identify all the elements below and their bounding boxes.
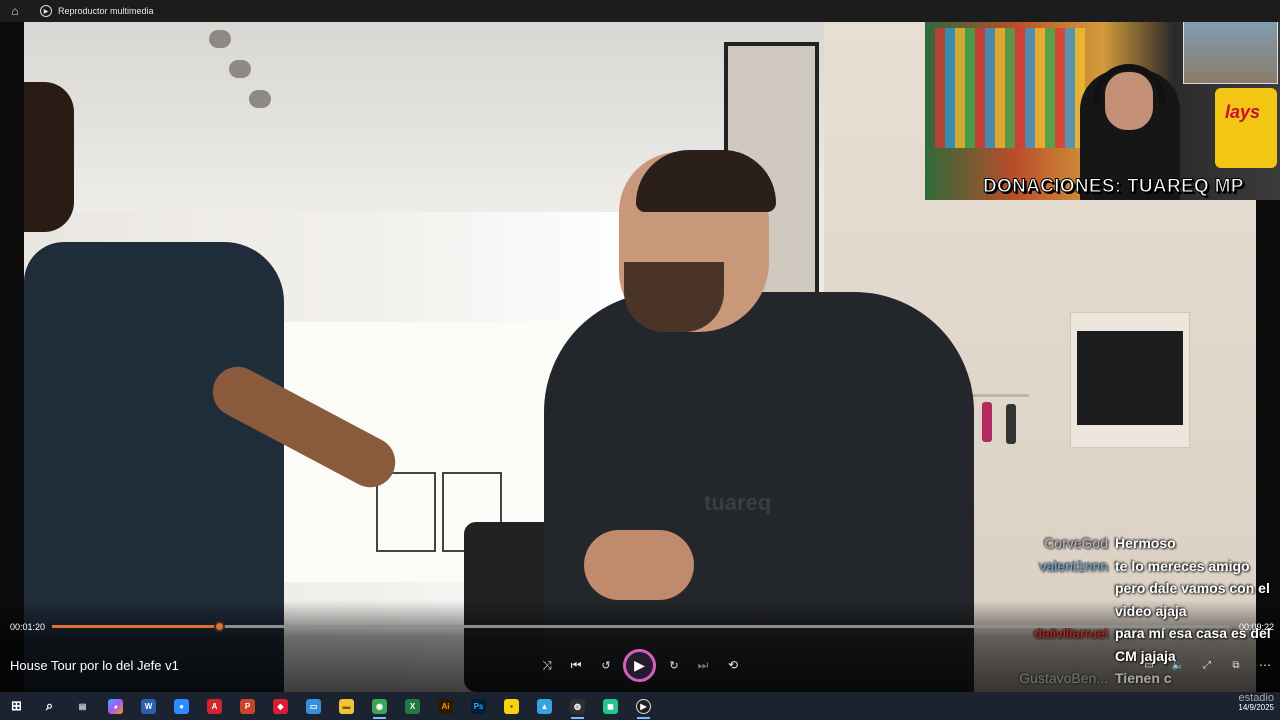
taskbar-paint-button[interactable]: ▲ [528,692,561,720]
powerpoint-icon: P [240,698,255,714]
taskbar-copilot-button[interactable]: ◕ [99,692,132,720]
person-hair [24,82,74,232]
system-tray: estadio 14/9/2025 [1238,693,1274,713]
zoom-icon: ● [174,698,189,714]
tray-label: estadio [1238,692,1274,704]
keychain [1006,404,1016,444]
word-icon: W [141,698,156,714]
app-red-icon: ◆ [273,698,288,714]
remote-icon: ▭ [306,698,321,714]
excel-icon: X [405,698,420,714]
task-view-icon: ▤ [78,701,87,711]
taskbar-search-button[interactable]: ⌕ [33,692,66,720]
donation-banner: DONACIONES: TUAREQ MP [983,176,1244,198]
chat-username: CorveGod [1044,535,1108,551]
taskbar-task-view-button[interactable]: ▤ [66,692,99,720]
electrical-panel [1070,312,1190,448]
hoodie-logo: tuareq [704,490,772,515]
play-icon: ▶ [634,657,645,673]
taskbar-chrome-button[interactable]: ◉ [363,692,396,720]
taskbar-excel-button[interactable]: X [396,692,429,720]
product-shelf [935,28,1085,148]
taskbar-app-red-button[interactable]: ◆ [264,692,297,720]
taskbar-sticky-notes-button[interactable]: ▪ [495,692,528,720]
seek-bar[interactable] [52,621,1229,632]
photoshop-icon: Ps [471,698,486,714]
green-app-icon: ◼ [603,698,618,714]
taskbar-acrobat-button[interactable]: A [198,692,231,720]
more-options-icon[interactable]: ⋯ [1257,654,1273,676]
chat-text: Tienen c [1115,670,1172,686]
skip-back-10-icon[interactable]: ↺ [597,654,615,676]
taskbar-remote-button[interactable]: ▭ [297,692,330,720]
chips-bag: lays [1215,88,1277,168]
tray-date[interactable]: 14/9/2025 [1238,703,1274,713]
media-player-window: ⌂ ▶ Reproductor multimedia tuareq lays D… [0,0,1280,692]
taskbar-powerpoint-button[interactable]: P [231,692,264,720]
chips-brand: lays [1225,102,1261,122]
streamer-webcam-overlay: lays DONACIONES: TUAREQ MP [925,0,1280,200]
current-time: 00:01:20 [10,622,46,632]
illustrator-icon: Ai [438,698,453,714]
subtitles-icon[interactable]: ▭ [1141,654,1157,676]
copilot-icon: ◕ [108,698,123,714]
video-title: House Tour por lo del Jefe v1 [10,658,179,673]
seek-progress [52,625,220,628]
start-icon: ⊞ [11,698,22,713]
chat-text: te lo mereces amigo pero dale vamos con … [1115,557,1270,619]
taskbar-word-button[interactable]: W [132,692,165,720]
man-hand [584,530,694,600]
chat-username: GustavoBen... [1019,670,1108,686]
taskbar-media-player-button[interactable]: ▶ [627,692,660,720]
keychain [982,402,992,442]
media-player-icon: ▶ [636,698,651,714]
taskbar-photoshop-button[interactable]: Ps [462,692,495,720]
media-player-app-icon: ▶ [40,5,52,17]
man-beard [624,262,724,332]
skip-forward-30-icon[interactable]: ↻ [665,654,683,676]
chat-text: Hermoso [1115,535,1176,551]
home-icon[interactable]: ⌂ [0,0,30,22]
next-icon[interactable]: ⏭ [694,654,712,676]
previous-icon[interactable]: ⏮ [567,654,585,676]
chrome-icon: ◉ [372,698,387,714]
play-button[interactable]: ▶ [623,649,656,682]
fullscreen-icon[interactable]: ⤢ [1199,654,1215,676]
search-icon: ⌕ [45,698,54,713]
file-explorer-icon: ▬ [339,698,354,714]
taskbar-file-explorer-button[interactable]: ▬ [330,692,363,720]
taskbar-green-app-button[interactable]: ◼ [594,692,627,720]
chat-username: valent1nnn [1039,557,1108,574]
mini-player-icon[interactable]: ⧉ [1228,654,1244,676]
taskbar-start-button[interactable]: ⊞ [0,692,33,720]
acrobat-icon: A [207,698,222,714]
title-bar: ⌂ ▶ Reproductor multimedia [0,0,1280,22]
window-title: Reproductor multimedia [58,6,154,16]
dining-chair [376,472,436,552]
obs-icon: ◍ [570,698,585,714]
paint-icon: ▲ [537,698,552,714]
taskbar-zoom-button[interactable]: ● [165,692,198,720]
shuffle-icon[interactable]: ⤨ [538,654,556,676]
sticky-notes-icon: ▪ [504,698,519,714]
total-duration: 00:09:22 [1239,622,1275,632]
chat-message: CorveGod Hermoso [1000,532,1280,555]
ceiling-track-light [209,22,279,112]
repeat-off-icon[interactable]: ⟲ [724,654,742,676]
taskbar-illustrator-button[interactable]: Ai [429,692,462,720]
volume-icon[interactable]: 🔈 [1170,654,1186,676]
chat-message: valent1nnn te lo mereces amigo pero dale … [1000,555,1280,623]
taskbar-obs-button[interactable]: ◍ [561,692,594,720]
windows-taskbar: ⊞ ⌕ ▤ ◕ W ● A P ◆ ▭ ▬ ◉ X Ai Ps ▪ ▲ ◍ ◼ ▶ [0,692,1280,720]
chat-username: dailvillarruel [1034,625,1108,641]
